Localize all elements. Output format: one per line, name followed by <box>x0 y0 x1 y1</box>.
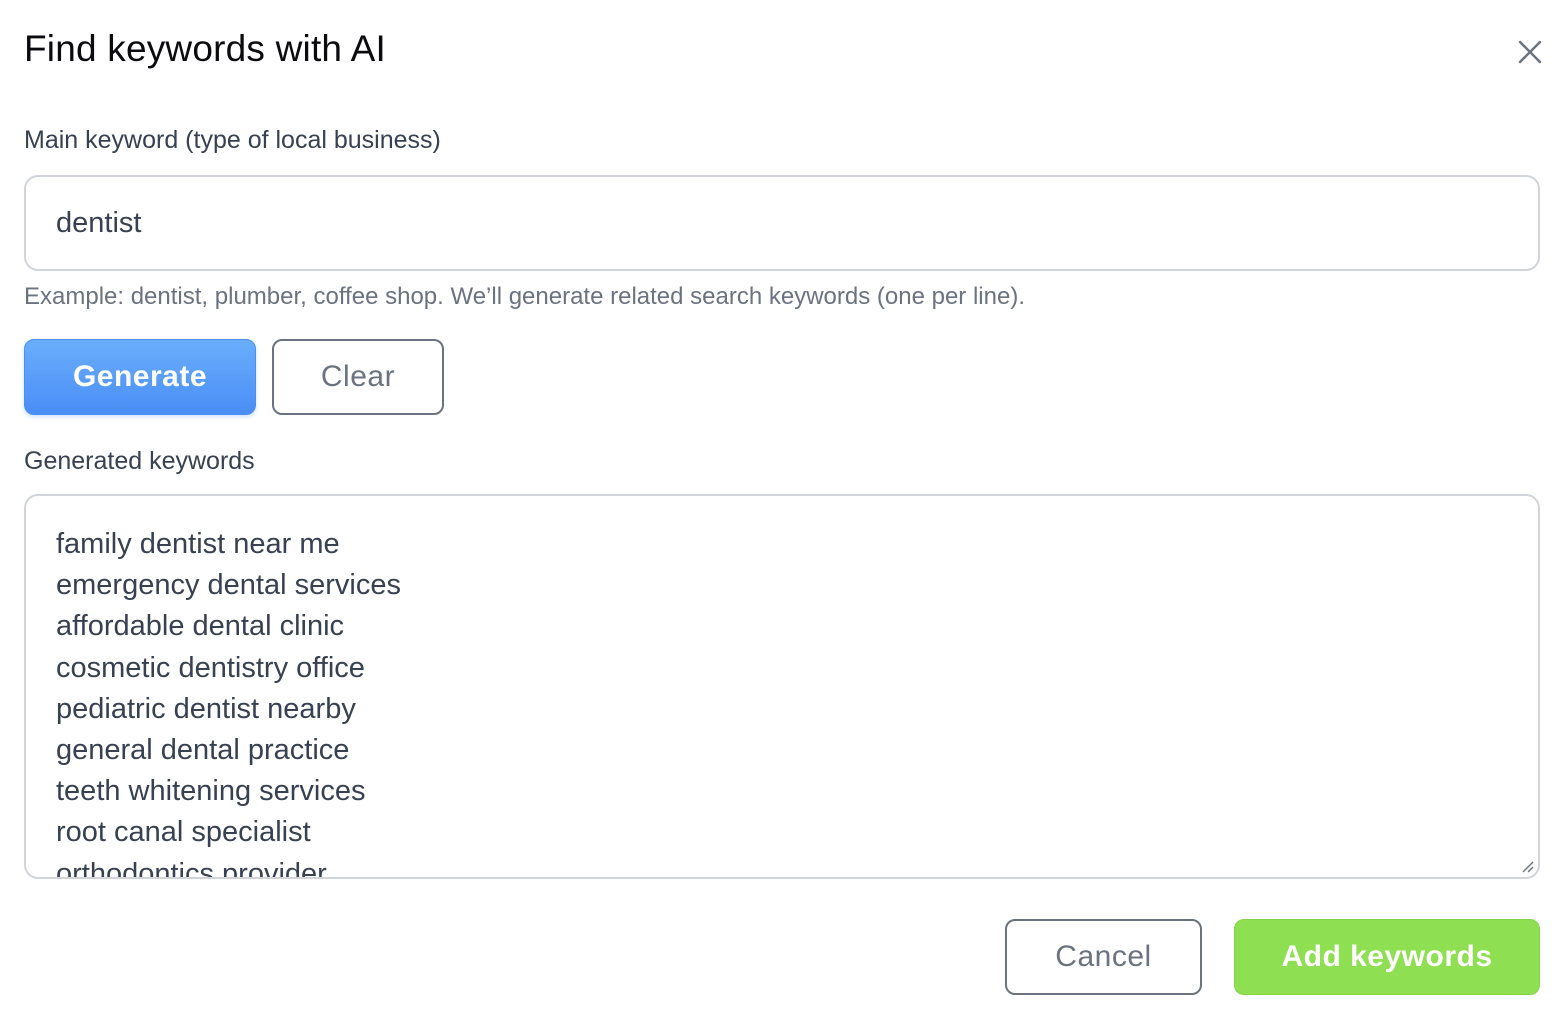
main-keyword-hint: Example: dentist, plumber, coffee shop. … <box>24 283 1025 310</box>
keyword-line: teeth whitening services <box>56 775 366 808</box>
generated-keywords-label: Generated keywords <box>24 447 255 475</box>
dialog-title: Find keywords with AI <box>24 28 387 69</box>
keyword-line: emergency dental services <box>56 569 401 602</box>
keyword-line: general dental practice <box>56 734 350 767</box>
clear-button[interactable]: Clear <box>272 339 444 415</box>
find-keywords-dialog: Find keywords with AI Main keyword (type… <box>0 0 1560 1024</box>
generated-keywords-textarea[interactable]: family dentist near me emergency dental … <box>24 494 1540 879</box>
keyword-line: root canal specialist <box>56 816 311 849</box>
keyword-line: orthodontics provider <box>56 857 327 879</box>
generate-button[interactable]: Generate <box>24 339 256 415</box>
add-keywords-button[interactable]: Add keywords <box>1234 919 1540 995</box>
keyword-line: affordable dental clinic <box>56 610 345 643</box>
cancel-button[interactable]: Cancel <box>1005 919 1202 995</box>
keyword-line: pediatric dentist nearby <box>56 692 356 725</box>
close-icon <box>1518 40 1542 64</box>
close-button[interactable] <box>1512 34 1548 70</box>
resize-handle-icon[interactable] <box>1520 859 1534 873</box>
main-keyword-input[interactable] <box>24 175 1540 271</box>
keyword-line: cosmetic dentistry office <box>56 651 365 684</box>
main-keyword-label: Main keyword (type of local business) <box>24 126 441 154</box>
keyword-line: family dentist near me <box>56 528 340 560</box>
